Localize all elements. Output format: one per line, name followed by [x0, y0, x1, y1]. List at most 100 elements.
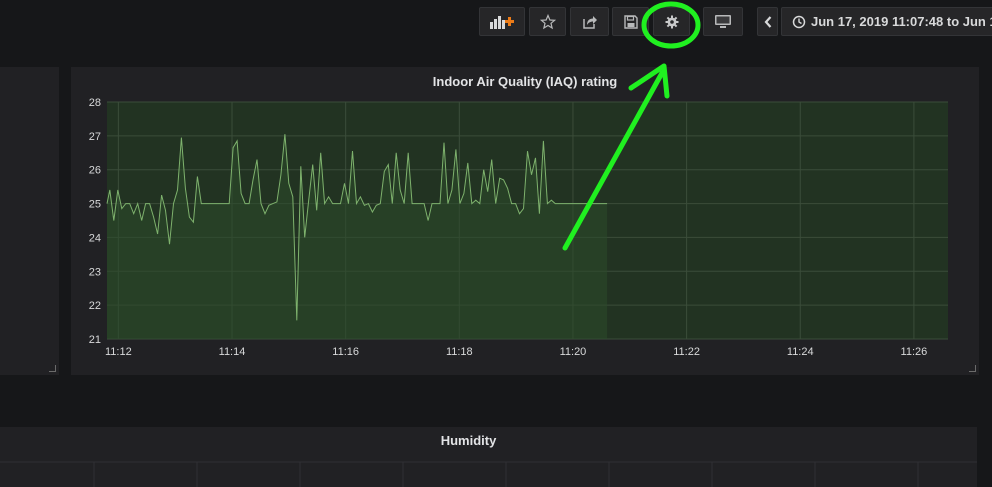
data-point [220, 203, 222, 205]
chevron-left-icon [764, 15, 771, 28]
data-point [523, 208, 525, 210]
data-point [451, 189, 453, 191]
data-point [208, 203, 210, 205]
data-point [173, 203, 175, 205]
x-tick-label: 11:26 [901, 346, 928, 358]
data-point [427, 220, 429, 222]
data-point [467, 162, 469, 164]
data-point [169, 243, 171, 245]
monitor-icon [715, 15, 731, 28]
share-button[interactable] [570, 7, 609, 36]
dashboard-toolbar: Jun 17, 2019 11:07:48 to Jun 17 [0, 0, 992, 60]
data-point [276, 201, 278, 203]
data-point [411, 203, 413, 205]
data-point [264, 213, 266, 215]
share-icon [582, 15, 597, 29]
time-range-label: Jun 17, 2019 11:07:48 to Jun 17 [811, 14, 992, 29]
data-point [380, 203, 382, 205]
data-point [419, 203, 421, 205]
x-tick-label: 11:20 [560, 346, 587, 358]
data-point [443, 142, 445, 144]
data-point [507, 188, 509, 190]
data-point [551, 199, 553, 201]
data-point [316, 210, 318, 212]
add-panel-button[interactable] [479, 7, 525, 36]
star-button[interactable] [529, 7, 566, 36]
data-point [117, 189, 119, 191]
data-point [459, 203, 461, 205]
data-point [236, 140, 238, 142]
data-point [205, 203, 207, 205]
data-point [106, 203, 108, 205]
save-icon [623, 14, 638, 29]
settings-button[interactable] [653, 7, 690, 36]
left-panel [0, 67, 59, 375]
data-point [308, 199, 310, 201]
y-tick-label: 24 [89, 232, 101, 244]
y-tick-label: 23 [89, 266, 101, 278]
data-point [403, 203, 405, 205]
data-point [244, 203, 246, 205]
data-point [455, 149, 457, 151]
data-point [141, 220, 143, 222]
data-point [531, 174, 533, 176]
data-point [181, 137, 183, 139]
data-point [320, 152, 322, 154]
data-point [559, 203, 561, 205]
data-point [555, 203, 557, 205]
data-point [598, 203, 600, 205]
data-point [268, 204, 270, 206]
data-point [109, 189, 111, 191]
iaq-panel: Indoor Air Quality (IAQ) rating 21 22 23 24… [71, 67, 979, 375]
data-point [165, 210, 167, 212]
data-point [515, 203, 517, 205]
data-point [570, 203, 572, 205]
data-point [284, 133, 286, 135]
humidity-panel: Humidity [0, 427, 977, 487]
x-tick-label: 11:18 [446, 346, 473, 358]
data-point [495, 203, 497, 205]
data-point [384, 171, 386, 173]
panel-resize-handle[interactable] [969, 365, 976, 372]
data-point [364, 204, 366, 206]
data-point [292, 196, 294, 198]
data-point [336, 203, 338, 205]
data-point [503, 179, 505, 181]
data-point [562, 203, 564, 205]
data-point [113, 220, 115, 222]
save-button[interactable] [612, 7, 649, 36]
x-tick-label: 11:12 [105, 346, 132, 358]
data-point [423, 203, 425, 205]
iaq-chart: 212223242526272811:0811:1011:1211:1411:1… [89, 97, 948, 358]
data-point [356, 203, 358, 205]
data-point [594, 203, 596, 205]
data-point [185, 188, 187, 190]
data-point [431, 203, 433, 205]
data-point [121, 208, 123, 210]
data-point [177, 189, 179, 191]
data-point [288, 182, 290, 184]
data-point [527, 150, 529, 152]
add-panel-icon [490, 15, 514, 29]
data-point [590, 203, 592, 205]
data-point [332, 203, 334, 205]
tv-mode-button[interactable] [703, 7, 743, 36]
data-point [157, 233, 159, 235]
data-point [149, 203, 151, 205]
x-tick-label: 11:24 [787, 346, 814, 358]
y-tick-label: 27 [89, 131, 101, 143]
data-point [304, 237, 306, 239]
data-point [368, 203, 370, 205]
time-shift-back-button[interactable] [757, 7, 778, 36]
data-point [145, 203, 147, 205]
data-point [399, 189, 401, 191]
data-point [539, 213, 541, 215]
data-point [574, 203, 576, 205]
gear-icon [665, 15, 678, 28]
data-point [280, 174, 282, 176]
panel-resize-handle[interactable] [49, 365, 56, 372]
time-picker-button[interactable]: Jun 17, 2019 11:07:48 to Jun 17 [781, 7, 992, 36]
data-point [129, 203, 131, 205]
data-point [344, 182, 346, 184]
data-point [137, 203, 139, 205]
